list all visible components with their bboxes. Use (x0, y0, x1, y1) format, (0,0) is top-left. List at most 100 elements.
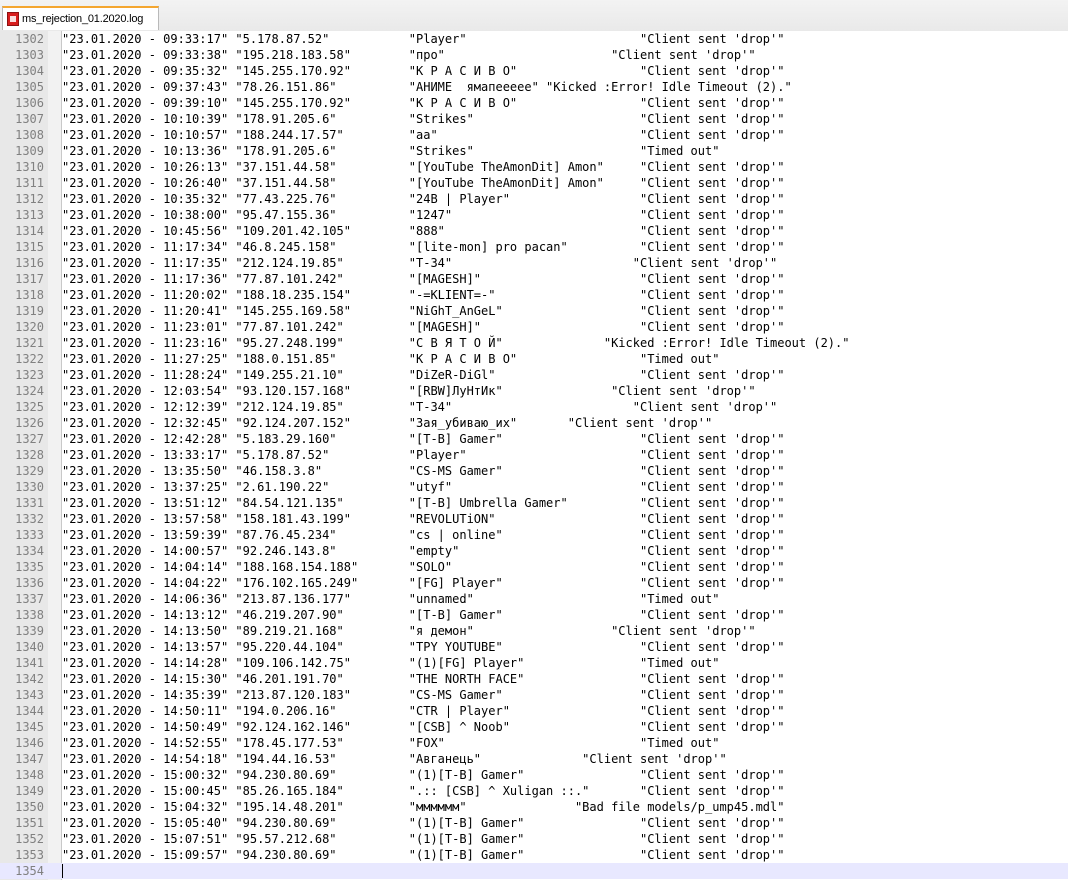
line-text[interactable]: "23.01.2020 - 11:27:25" "188.0.151.85" "… (62, 351, 719, 367)
line-text[interactable]: "23.01.2020 - 12:03:54" "93.120.157.168"… (62, 383, 756, 399)
line-text[interactable]: "23.01.2020 - 14:04:22" "176.102.165.249… (62, 575, 784, 591)
line-text[interactable]: "23.01.2020 - 15:04:32" "195.14.48.201" … (62, 799, 784, 815)
editor-line[interactable]: 1344 "23.01.2020 - 14:50:11" "194.0.206.1… (0, 703, 1068, 719)
editor-line[interactable]: 1335 "23.01.2020 - 14:04:14" "188.168.154… (0, 559, 1068, 575)
editor-line[interactable]: 1318 "23.01.2020 - 11:20:02" "188.18.235.… (0, 287, 1068, 303)
editor-line[interactable]: 1337 "23.01.2020 - 14:06:36" "213.87.136.… (0, 591, 1068, 607)
editor-line[interactable]: 1325 "23.01.2020 - 12:12:39" "212.124.19.… (0, 399, 1068, 415)
line-text[interactable]: "23.01.2020 - 13:33:17" "5.178.87.52" "P… (62, 447, 784, 463)
editor-line[interactable]: 1308 "23.01.2020 - 10:10:57" "188.244.17.… (0, 127, 1068, 143)
line-text[interactable]: "23.01.2020 - 10:45:56" "109.201.42.105"… (62, 223, 784, 239)
line-text[interactable]: "23.01.2020 - 14:15:30" "46.201.191.70" … (62, 671, 784, 687)
editor-line[interactable]: 1311 "23.01.2020 - 10:26:40" "37.151.44.5… (0, 175, 1068, 191)
line-text[interactable]: "23.01.2020 - 13:51:12" "84.54.121.135" … (62, 495, 784, 511)
line-text[interactable]: "23.01.2020 - 11:20:02" "188.18.235.154"… (62, 287, 784, 303)
line-text[interactable]: "23.01.2020 - 15:09:57" "94.230.80.69" "… (62, 847, 784, 863)
editor-line[interactable]: 1347 "23.01.2020 - 14:54:18" "194.44.16.5… (0, 751, 1068, 767)
editor-lines[interactable]: 1302 "23.01.2020 - 09:33:17" "5.178.87.52… (0, 31, 1068, 879)
editor-line[interactable]: 1321 "23.01.2020 - 11:23:16" "95.27.248.1… (0, 335, 1068, 351)
line-text[interactable]: "23.01.2020 - 12:12:39" "212.124.19.85" … (62, 399, 777, 415)
line-text[interactable]: "23.01.2020 - 11:23:16" "95.27.248.199" … (62, 335, 849, 351)
editor-line[interactable]: 1345 "23.01.2020 - 14:50:49" "92.124.162.… (0, 719, 1068, 735)
editor-line[interactable]: 1324 "23.01.2020 - 12:03:54" "93.120.157.… (0, 383, 1068, 399)
editor-line[interactable]: 1312 "23.01.2020 - 10:35:32" "77.43.225.7… (0, 191, 1068, 207)
line-text[interactable]: "23.01.2020 - 11:17:34" "46.8.245.158" "… (62, 239, 784, 255)
file-tab[interactable]: ms_rejection_01.2020.log (2, 6, 159, 30)
line-text[interactable]: "23.01.2020 - 10:26:40" "37.151.44.58" "… (62, 175, 784, 191)
line-text[interactable]: "23.01.2020 - 10:13:36" "178.91.205.6" "… (62, 143, 719, 159)
line-text[interactable]: "23.01.2020 - 09:33:38" "195.218.183.58"… (62, 47, 756, 63)
editor-line[interactable]: 1316 "23.01.2020 - 11:17:35" "212.124.19.… (0, 255, 1068, 271)
line-text[interactable]: "23.01.2020 - 09:35:32" "145.255.170.92"… (62, 63, 784, 79)
editor-line[interactable]: 1322 "23.01.2020 - 11:27:25" "188.0.151.8… (0, 351, 1068, 367)
line-text[interactable]: "23.01.2020 - 15:00:45" "85.26.165.184" … (62, 783, 784, 799)
editor-line[interactable]: 1354 (0, 863, 1068, 879)
editor-line[interactable]: 1304 "23.01.2020 - 09:35:32" "145.255.170… (0, 63, 1068, 79)
editor-line[interactable]: 1338 "23.01.2020 - 14:13:12" "46.219.207.… (0, 607, 1068, 623)
editor-line[interactable]: 1305 "23.01.2020 - 09:37:43" "78.26.151.8… (0, 79, 1068, 95)
editor-line[interactable]: 1314 "23.01.2020 - 10:45:56" "109.201.42.… (0, 223, 1068, 239)
line-text[interactable]: "23.01.2020 - 12:42:28" "5.183.29.160" "… (62, 431, 784, 447)
editor-line[interactable]: 1339 "23.01.2020 - 14:13:50" "89.219.21.1… (0, 623, 1068, 639)
line-text[interactable]: "23.01.2020 - 14:54:18" "194.44.16.53" "… (62, 751, 727, 767)
line-text[interactable]: "23.01.2020 - 14:50:11" "194.0.206.16" "… (62, 703, 784, 719)
line-text[interactable]: "23.01.2020 - 15:00:32" "94.230.80.69" "… (62, 767, 784, 783)
editor-line[interactable]: 1326 "23.01.2020 - 12:32:45" "92.124.207.… (0, 415, 1068, 431)
editor-line[interactable]: 1329 "23.01.2020 - 13:35:50" "46.158.3.8"… (0, 463, 1068, 479)
editor-line[interactable]: 1317 "23.01.2020 - 11:17:36" "77.87.101.2… (0, 271, 1068, 287)
line-text[interactable]: "23.01.2020 - 10:35:32" "77.43.225.76" "… (62, 191, 784, 207)
line-text[interactable]: "23.01.2020 - 11:17:36" "77.87.101.242" … (62, 271, 784, 287)
line-text[interactable]: "23.01.2020 - 09:37:43" "78.26.151.86" "… (62, 79, 792, 95)
line-text[interactable]: "23.01.2020 - 09:39:10" "145.255.170.92"… (62, 95, 784, 111)
editor-line[interactable]: 1351 "23.01.2020 - 15:05:40" "94.230.80.6… (0, 815, 1068, 831)
line-text[interactable]: "23.01.2020 - 11:17:35" "212.124.19.85" … (62, 255, 777, 271)
line-text[interactable]: "23.01.2020 - 11:20:41" "145.255.169.58"… (62, 303, 784, 319)
line-text[interactable]: "23.01.2020 - 14:13:12" "46.219.207.90" … (62, 607, 784, 623)
editor-line[interactable]: 1306 "23.01.2020 - 09:39:10" "145.255.170… (0, 95, 1068, 111)
editor-line[interactable]: 1340 "23.01.2020 - 14:13:57" "95.220.44.1… (0, 639, 1068, 655)
line-text[interactable]: "23.01.2020 - 14:14:28" "109.106.142.75"… (62, 655, 719, 671)
editor-line[interactable]: 1302 "23.01.2020 - 09:33:17" "5.178.87.52… (0, 31, 1068, 47)
editor-line[interactable]: 1352 "23.01.2020 - 15:07:51" "95.57.212.6… (0, 831, 1068, 847)
line-text[interactable]: "23.01.2020 - 14:13:50" "89.219.21.168" … (62, 623, 756, 639)
editor-line[interactable]: 1346 "23.01.2020 - 14:52:55" "178.45.177.… (0, 735, 1068, 751)
line-text[interactable]: "23.01.2020 - 10:10:57" "188.244.17.57" … (62, 127, 784, 143)
editor-line[interactable]: 1333 "23.01.2020 - 13:59:39" "87.76.45.23… (0, 527, 1068, 543)
line-text[interactable]: "23.01.2020 - 14:06:36" "213.87.136.177"… (62, 591, 719, 607)
line-text[interactable]: "23.01.2020 - 14:04:14" "188.168.154.188… (62, 559, 784, 575)
editor-line[interactable]: 1353 "23.01.2020 - 15:09:57" "94.230.80.6… (0, 847, 1068, 863)
editor-line[interactable]: 1332 "23.01.2020 - 13:57:58" "158.181.43.… (0, 511, 1068, 527)
editor-line[interactable]: 1323 "23.01.2020 - 11:28:24" "149.255.21.… (0, 367, 1068, 383)
editor-line[interactable]: 1319 "23.01.2020 - 11:20:41" "145.255.169… (0, 303, 1068, 319)
line-text[interactable]: "23.01.2020 - 13:35:50" "46.158.3.8" "CS… (62, 463, 784, 479)
line-text[interactable]: "23.01.2020 - 14:00:57" "92.246.143.8" "… (62, 543, 784, 559)
line-text[interactable]: "23.01.2020 - 14:13:57" "95.220.44.104" … (62, 639, 784, 655)
editor-line[interactable]: 1343 "23.01.2020 - 14:35:39" "213.87.120.… (0, 687, 1068, 703)
editor-line[interactable]: 1342 "23.01.2020 - 14:15:30" "46.201.191.… (0, 671, 1068, 687)
editor-line[interactable]: 1307 "23.01.2020 - 10:10:39" "178.91.205.… (0, 111, 1068, 127)
editor-line[interactable]: 1309 "23.01.2020 - 10:13:36" "178.91.205.… (0, 143, 1068, 159)
line-text[interactable]: "23.01.2020 - 12:32:45" "92.124.207.152"… (62, 415, 712, 431)
editor-line[interactable]: 1341 "23.01.2020 - 14:14:28" "109.106.142… (0, 655, 1068, 671)
line-text[interactable]: "23.01.2020 - 15:05:40" "94.230.80.69" "… (62, 815, 784, 831)
line-text[interactable]: "23.01.2020 - 15:07:51" "95.57.212.68" "… (62, 831, 784, 847)
line-text[interactable]: "23.01.2020 - 13:37:25" "2.61.190.22" "u… (62, 479, 784, 495)
editor-line[interactable]: 1328 "23.01.2020 - 13:33:17" "5.178.87.52… (0, 447, 1068, 463)
line-text[interactable]: "23.01.2020 - 10:26:13" "37.151.44.58" "… (62, 159, 784, 175)
line-text[interactable]: "23.01.2020 - 11:28:24" "149.255.21.10" … (62, 367, 784, 383)
editor-line[interactable]: 1310 "23.01.2020 - 10:26:13" "37.151.44.5… (0, 159, 1068, 175)
editor-line[interactable]: 1327 "23.01.2020 - 12:42:28" "5.183.29.16… (0, 431, 1068, 447)
line-text[interactable]: "23.01.2020 - 10:10:39" "178.91.205.6" "… (62, 111, 784, 127)
line-text[interactable]: "23.01.2020 - 14:50:49" "92.124.162.146"… (62, 719, 784, 735)
text-editor[interactable]: 1302 "23.01.2020 - 09:33:17" "5.178.87.52… (0, 31, 1068, 880)
editor-line[interactable]: 1350 "23.01.2020 - 15:04:32" "195.14.48.2… (0, 799, 1068, 815)
editor-line[interactable]: 1303 "23.01.2020 - 09:33:38" "195.218.183… (0, 47, 1068, 63)
line-text[interactable]: "23.01.2020 - 13:57:58" "158.181.43.199"… (62, 511, 784, 527)
editor-line[interactable]: 1330 "23.01.2020 - 13:37:25" "2.61.190.22… (0, 479, 1068, 495)
editor-line[interactable]: 1313 "23.01.2020 - 10:38:00" "95.47.155.3… (0, 207, 1068, 223)
editor-line[interactable]: 1349 "23.01.2020 - 15:00:45" "85.26.165.1… (0, 783, 1068, 799)
line-text[interactable]: "23.01.2020 - 14:35:39" "213.87.120.183"… (62, 687, 784, 703)
editor-line[interactable]: 1315 "23.01.2020 - 11:17:34" "46.8.245.15… (0, 239, 1068, 255)
editor-line[interactable]: 1320 "23.01.2020 - 11:23:01" "77.87.101.2… (0, 319, 1068, 335)
line-text[interactable]: "23.01.2020 - 14:52:55" "178.45.177.53" … (62, 735, 719, 751)
